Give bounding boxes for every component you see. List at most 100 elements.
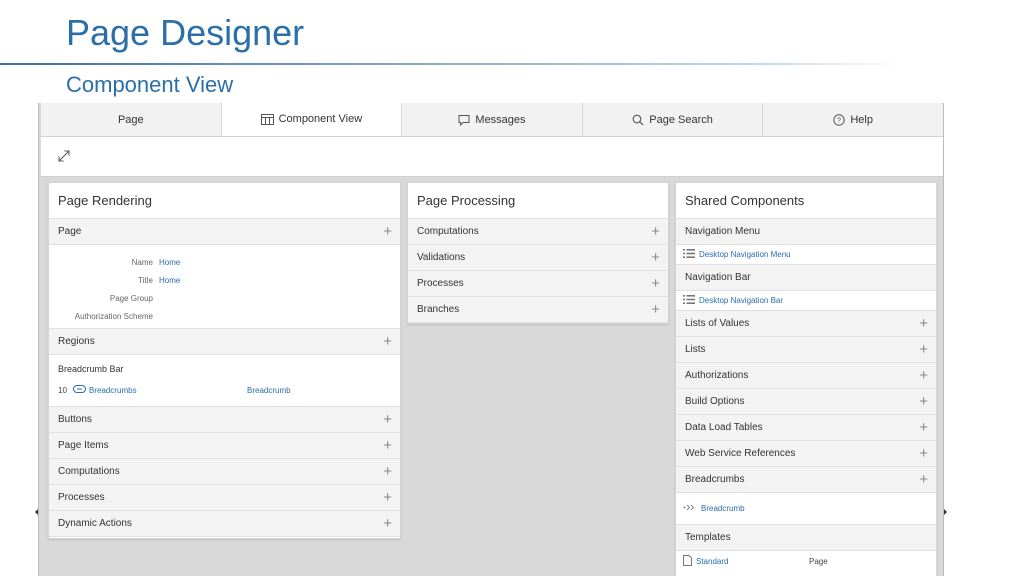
plus-icon[interactable]: + bbox=[651, 302, 660, 317]
page-processing-panel: Page Processing Computations + Validatio… bbox=[407, 182, 669, 324]
document-icon bbox=[683, 554, 692, 568]
section-templates[interactable]: Templates bbox=[676, 525, 936, 551]
plus-icon[interactable]: + bbox=[651, 224, 660, 239]
section-computations[interactable]: Computations + bbox=[408, 219, 668, 245]
property-row: Authorization Scheme bbox=[49, 307, 400, 325]
plus-icon[interactable]: + bbox=[919, 316, 928, 331]
list-icon bbox=[683, 249, 695, 260]
property-label: Authorization Scheme bbox=[74, 311, 153, 321]
page-rendering-panel: Page Rendering Page + Name Home Title Ho… bbox=[48, 182, 401, 539]
plus-icon[interactable]: + bbox=[383, 334, 392, 349]
tab-label: Component View bbox=[278, 113, 363, 125]
section-branches[interactable]: Branches + bbox=[408, 297, 668, 323]
section-label: Build Options bbox=[685, 396, 745, 407]
svg-text:?: ? bbox=[837, 115, 841, 124]
section-computations[interactable]: Computations + bbox=[49, 459, 400, 485]
section-label: Page Items bbox=[58, 440, 109, 451]
regions-body: Breadcrumb Bar 10 Breadcrumbs Breadcrumb bbox=[49, 355, 400, 407]
region-template[interactable]: Breadcrumb bbox=[247, 386, 291, 395]
tab-component-view[interactable]: Component View bbox=[221, 103, 403, 136]
section-label: Branches bbox=[417, 304, 460, 315]
section-lists[interactable]: Lists + bbox=[676, 337, 936, 363]
plus-icon[interactable]: + bbox=[919, 472, 928, 487]
section-label: Computations bbox=[417, 226, 479, 237]
section-label: Data Load Tables bbox=[685, 422, 763, 433]
tab-label: Page Search bbox=[649, 113, 713, 126]
region-row[interactable]: 10 Breadcrumbs Breadcrumb bbox=[58, 385, 388, 395]
property-row: Name Home bbox=[49, 253, 400, 271]
toolbar bbox=[41, 137, 943, 177]
tab-page[interactable]: Page bbox=[41, 103, 222, 136]
section-label: Processes bbox=[58, 492, 105, 503]
property-value[interactable]: Home bbox=[159, 258, 180, 267]
panel-title: Page Rendering bbox=[49, 183, 400, 219]
section-page[interactable]: Page + bbox=[49, 219, 400, 245]
section-lists-of-values[interactable]: Lists of Values + bbox=[676, 311, 936, 337]
section-validations[interactable]: Validations + bbox=[408, 245, 668, 271]
section-label: Lists bbox=[685, 344, 706, 355]
grid-icon bbox=[260, 113, 274, 125]
section-label: Regions bbox=[58, 336, 95, 347]
section-page-items[interactable]: Page Items + bbox=[49, 433, 400, 459]
breadcrumb-chevrons-icon bbox=[683, 504, 697, 513]
section-processes[interactable]: Processes + bbox=[408, 271, 668, 297]
plus-icon[interactable]: + bbox=[383, 516, 392, 531]
section-label: Authorizations bbox=[685, 370, 749, 381]
plus-icon[interactable]: + bbox=[919, 394, 928, 409]
section-label: Processes bbox=[417, 278, 464, 289]
section-label: Validations bbox=[417, 252, 466, 263]
template-name[interactable]: Standard bbox=[696, 557, 728, 566]
tab-label: Help bbox=[850, 113, 873, 126]
property-value[interactable]: Home bbox=[159, 276, 180, 285]
section-label: Web Service References bbox=[685, 448, 796, 459]
section-processes[interactable]: Processes + bbox=[49, 485, 400, 511]
plus-icon[interactable]: + bbox=[919, 368, 928, 383]
section-data-load-tables[interactable]: Data Load Tables + bbox=[676, 415, 936, 441]
section-regions[interactable]: Regions + bbox=[49, 329, 400, 355]
section-web-service-references[interactable]: Web Service References + bbox=[676, 441, 936, 467]
section-navigation-bar[interactable]: Navigation Bar bbox=[676, 265, 936, 291]
expand-icon[interactable] bbox=[57, 149, 71, 168]
plus-icon[interactable]: + bbox=[383, 412, 392, 427]
template-type: Page bbox=[809, 556, 828, 566]
page-properties: Name Home Title Home Page Group Authoriz… bbox=[49, 245, 400, 329]
plus-icon[interactable]: + bbox=[383, 464, 392, 479]
plus-icon[interactable]: + bbox=[383, 224, 392, 239]
breadcrumb-link[interactable]: Breadcrumb bbox=[676, 493, 936, 525]
section-label: Dynamic Actions bbox=[58, 518, 132, 529]
tab-help[interactable]: ? Help bbox=[763, 103, 943, 136]
tab-page-search[interactable]: Page Search bbox=[583, 103, 764, 136]
navigation-bar-link[interactable]: Desktop Navigation Bar bbox=[676, 291, 936, 311]
tab-messages[interactable]: Messages bbox=[402, 103, 583, 136]
section-label: Navigation Bar bbox=[685, 272, 751, 283]
section-label: Lists of Values bbox=[685, 318, 750, 329]
link-label: Desktop Navigation Bar bbox=[699, 296, 784, 305]
plus-icon[interactable]: + bbox=[383, 490, 392, 505]
section-navigation-menu[interactable]: Navigation Menu bbox=[676, 219, 936, 245]
region-name[interactable]: Breadcrumbs bbox=[89, 386, 137, 395]
section-buttons[interactable]: Buttons + bbox=[49, 407, 400, 433]
navigation-menu-link[interactable]: Desktop Navigation Menu bbox=[676, 245, 936, 265]
section-breadcrumbs[interactable]: Breadcrumbs + bbox=[676, 467, 936, 493]
property-label: Name bbox=[131, 257, 153, 267]
plus-icon[interactable]: + bbox=[651, 276, 660, 291]
property-label: Title bbox=[138, 275, 153, 285]
plus-icon[interactable]: + bbox=[919, 342, 928, 357]
link-label: Desktop Navigation Menu bbox=[699, 250, 791, 259]
section-label: Page bbox=[58, 226, 82, 237]
search-icon bbox=[632, 114, 644, 126]
panel-title: Page Processing bbox=[408, 183, 668, 219]
plus-icon[interactable]: + bbox=[651, 250, 660, 265]
panel-title: Shared Components bbox=[676, 183, 936, 219]
plus-icon[interactable]: + bbox=[383, 438, 392, 453]
section-authorizations[interactable]: Authorizations + bbox=[676, 363, 936, 389]
section-label: Computations bbox=[58, 466, 120, 477]
section-label: Templates bbox=[685, 532, 731, 543]
plus-icon[interactable]: + bbox=[919, 420, 928, 435]
plus-icon[interactable]: + bbox=[919, 446, 928, 461]
tab-label: Page bbox=[117, 113, 144, 126]
section-build-options[interactable]: Build Options + bbox=[676, 389, 936, 415]
section-dynamic-actions[interactable]: Dynamic Actions + bbox=[49, 511, 400, 537]
template-row[interactable]: Standard Page bbox=[676, 551, 936, 571]
slide-subtitle: Component View bbox=[66, 72, 234, 97]
